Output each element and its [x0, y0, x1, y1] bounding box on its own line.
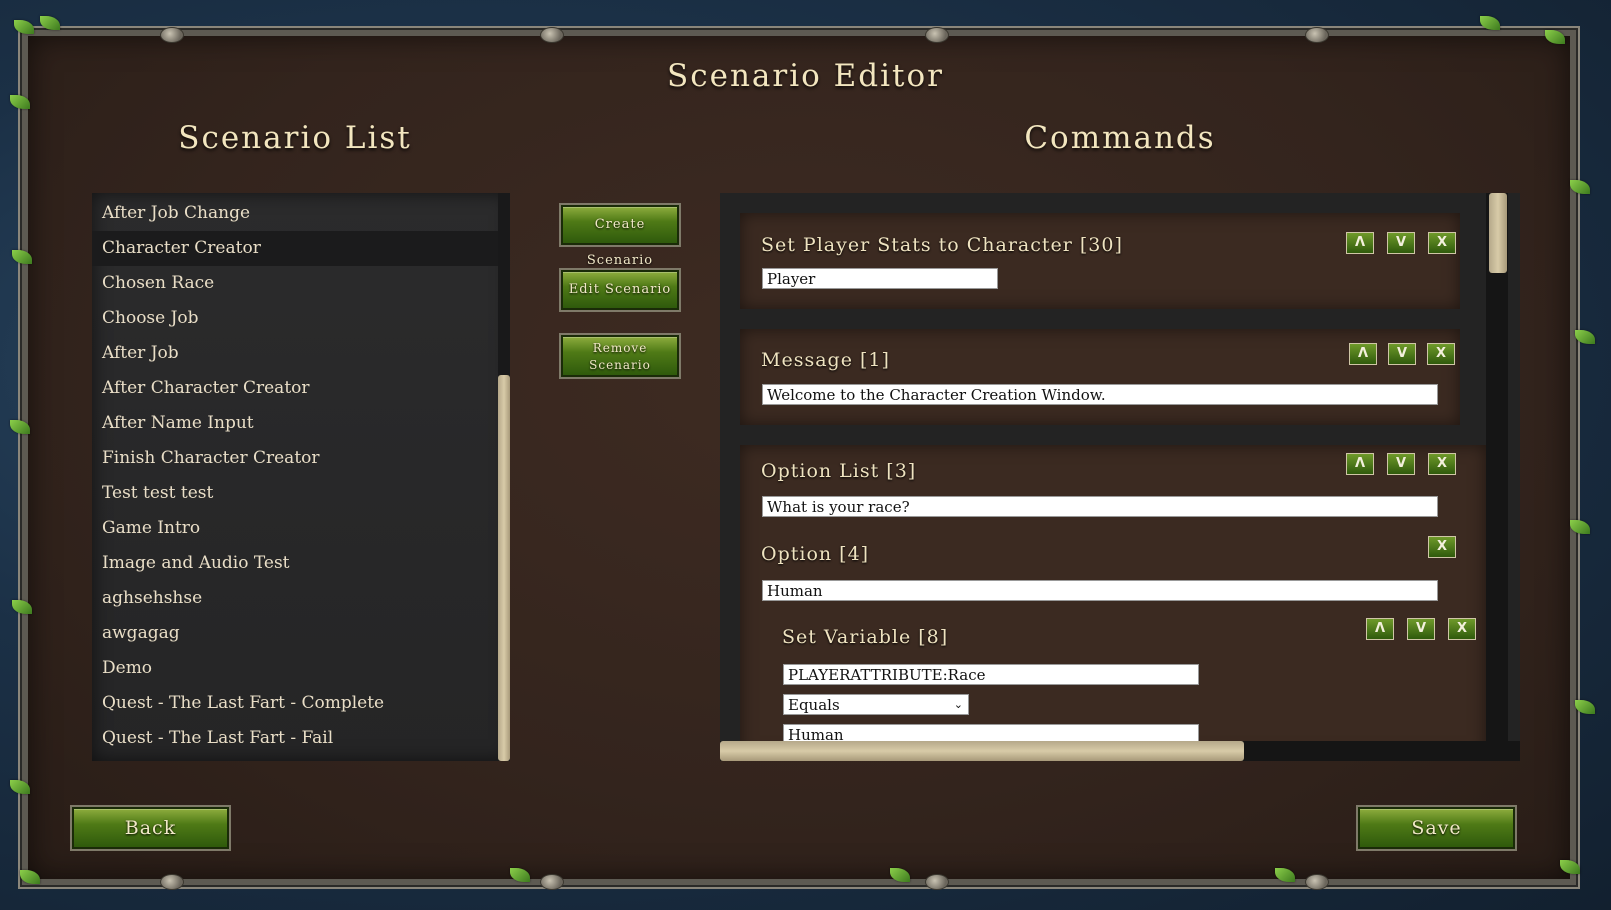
delete-command-button[interactable]: X — [1448, 618, 1476, 640]
set-variable-title: Set Variable [8] — [782, 626, 949, 648]
move-up-button[interactable]: Λ — [1366, 618, 1394, 640]
move-down-button[interactable]: V — [1387, 453, 1415, 475]
frame-stud — [160, 27, 184, 43]
frame-stud — [925, 27, 949, 43]
chevron-down-icon: ⌄ — [953, 698, 963, 711]
back-button[interactable]: Back — [72, 807, 229, 849]
frame-stud — [160, 874, 184, 890]
remove-scenario-button[interactable]: Remove Scenario — [561, 335, 679, 377]
create-scenario-button[interactable]: Create Scenario — [561, 205, 679, 268]
delete-option-button[interactable]: X — [1428, 536, 1456, 558]
scenario-list-item[interactable]: After Character Creator — [92, 371, 498, 406]
scenario-list[interactable]: After Job Change Character Creator Chose… — [92, 193, 510, 761]
scenario-list-item[interactable]: aghsehshse — [92, 581, 498, 616]
move-down-button[interactable]: V — [1388, 343, 1416, 365]
move-up-button[interactable]: Λ — [1349, 343, 1377, 365]
save-button[interactable]: Save — [1358, 807, 1515, 849]
commands-heading: Commands — [1024, 120, 1216, 156]
option-text-input[interactable]: Human — [762, 580, 1438, 601]
scenario-list-item[interactable]: awgagag — [92, 616, 498, 651]
command-title: Option List [3] — [761, 460, 917, 482]
command-card-option-list: Option List [3] What is your race? Λ V X… — [740, 445, 1486, 755]
scenario-list-item[interactable]: Demo — [92, 651, 498, 686]
command-title: Set Player Stats to Character [30] — [761, 234, 1123, 256]
delete-command-button[interactable]: X — [1428, 453, 1456, 475]
player-stats-target-input[interactable]: Player — [762, 268, 998, 289]
option-title: Option [4] — [761, 543, 870, 565]
frame-stud — [1305, 874, 1329, 890]
command-title: Message [1] — [761, 349, 890, 371]
frame-stud — [540, 874, 564, 890]
ivy-leaf-icon — [1480, 16, 1500, 30]
commands-vertical-scroll-thumb[interactable] — [1489, 193, 1507, 273]
scenario-list-item[interactable]: Chosen Race — [92, 266, 498, 301]
move-up-button[interactable]: Λ — [1346, 453, 1374, 475]
commands-vertical-scrollbar[interactable] — [1486, 193, 1508, 741]
scenario-list-scrollbar[interactable] — [498, 193, 510, 761]
remove-scenario-label: Scenario — [589, 358, 651, 372]
remove-scenario-label: Remove — [592, 341, 648, 355]
scenario-list-item[interactable]: Quest - The Last Fart - Fail — [92, 721, 498, 756]
move-down-button[interactable]: V — [1387, 232, 1415, 254]
delete-command-button[interactable]: X — [1427, 343, 1455, 365]
frame-stud — [540, 27, 564, 43]
scenario-list-item[interactable]: Finish Character Creator — [92, 441, 498, 476]
scenario-list-scroll-thumb[interactable] — [498, 375, 510, 761]
commands-horizontal-scrollbar[interactable] — [720, 741, 1520, 761]
scenario-list-item[interactable]: After Job Change — [92, 196, 498, 231]
scenario-list-item-selected[interactable]: Character Creator — [92, 231, 498, 266]
delete-command-button[interactable]: X — [1428, 232, 1456, 254]
window-title: Scenario Editor — [667, 58, 944, 94]
frame-stud — [925, 874, 949, 890]
scenario-list-item[interactable]: Image and Audio Test — [92, 546, 498, 581]
move-up-button[interactable]: Λ — [1346, 232, 1374, 254]
ivy-leaf-icon — [14, 20, 34, 34]
scenario-list-item[interactable]: After Job — [92, 336, 498, 371]
message-text-input[interactable]: Welcome to the Character Creation Window… — [762, 384, 1438, 405]
ivy-leaf-icon — [1575, 330, 1595, 344]
edit-scenario-button[interactable]: Edit Scenario — [561, 270, 679, 310]
variable-name-input[interactable]: PLAYERATTRIBUTE:Race — [783, 664, 1199, 685]
option-list-prompt-input[interactable]: What is your race? — [762, 496, 1438, 517]
scenario-list-item[interactable]: Test test test — [92, 476, 498, 511]
frame-stud — [1305, 27, 1329, 43]
scenario-list-item[interactable]: Quest - The Last Fart - Complete — [92, 686, 498, 721]
command-card-set-player-stats: Set Player Stats to Character [30] Playe… — [740, 213, 1460, 309]
scenario-list-item[interactable]: Game Intro — [92, 511, 498, 546]
scenario-list-item[interactable]: After Name Input — [92, 406, 498, 441]
ivy-leaf-icon — [1575, 700, 1595, 714]
scenario-list-heading: Scenario List — [178, 120, 412, 156]
commands-panel[interactable]: Set Player Stats to Character [30] Playe… — [720, 193, 1520, 761]
scenario-list-item[interactable]: Choose Job — [92, 301, 498, 336]
command-card-message: Message [1] Welcome to the Character Cre… — [740, 329, 1460, 425]
commands-horizontal-scroll-thumb[interactable] — [720, 741, 1244, 761]
operator-select[interactable]: Equals ⌄ — [783, 694, 969, 715]
ivy-leaf-icon — [40, 16, 60, 30]
operator-select-value: Equals — [788, 696, 840, 714]
move-down-button[interactable]: V — [1407, 618, 1435, 640]
